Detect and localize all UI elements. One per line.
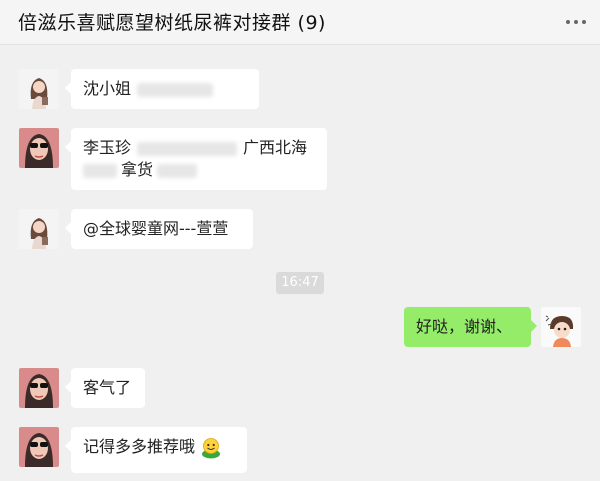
chat-header: 倍滋乐喜赋愿望树纸尿裤对接群 (9) [0,0,600,45]
self-cartoon-avatar[interactable] [541,307,581,347]
message-text: 李玉珍 [83,138,132,157]
blurred-text [83,163,117,178]
message-bubble[interactable]: @全球婴童网---萱萱 [65,209,253,249]
smiley-icon [199,437,223,459]
sunglasses-avatar[interactable] [19,128,59,168]
message-line: 李玉珍 广西北海 [83,137,315,159]
message-text: 广西北海 [243,138,308,157]
girl-avatar[interactable] [19,69,59,109]
timestamp: 16:47 [276,272,324,294]
message-text: 拿货 [121,160,154,179]
message-bubble[interactable]: 沈小姐 [65,69,259,109]
message-bubble-outgoing[interactable]: 好哒，谢谢、 [404,307,537,347]
message-text: 沈小姐 [83,79,132,98]
sunglasses-avatar[interactable] [19,368,59,408]
message-text: 记得多多推荐哦 [83,437,196,456]
girl-avatar[interactable] [19,209,59,249]
message-text: 好哒，谢谢、 [416,317,513,336]
message-text: 客气了 [83,378,132,397]
blurred-text [157,163,198,178]
blurred-text [137,82,214,97]
message-line: 拿货 [83,159,315,181]
sunglasses-avatar[interactable] [19,427,59,467]
blurred-text [137,141,238,156]
message-text: @全球婴童网---萱萱 [83,219,229,238]
chat-title: 倍滋乐喜赋愿望树纸尿裤对接群 (9) [18,12,326,34]
more-dots-icon[interactable] [566,20,586,26]
message-bubble[interactable]: 李玉珍 广西北海 拿货 [65,128,327,190]
message-bubble[interactable]: 客气了 [65,368,145,408]
message-bubble[interactable]: 记得多多推荐哦 [65,427,247,473]
